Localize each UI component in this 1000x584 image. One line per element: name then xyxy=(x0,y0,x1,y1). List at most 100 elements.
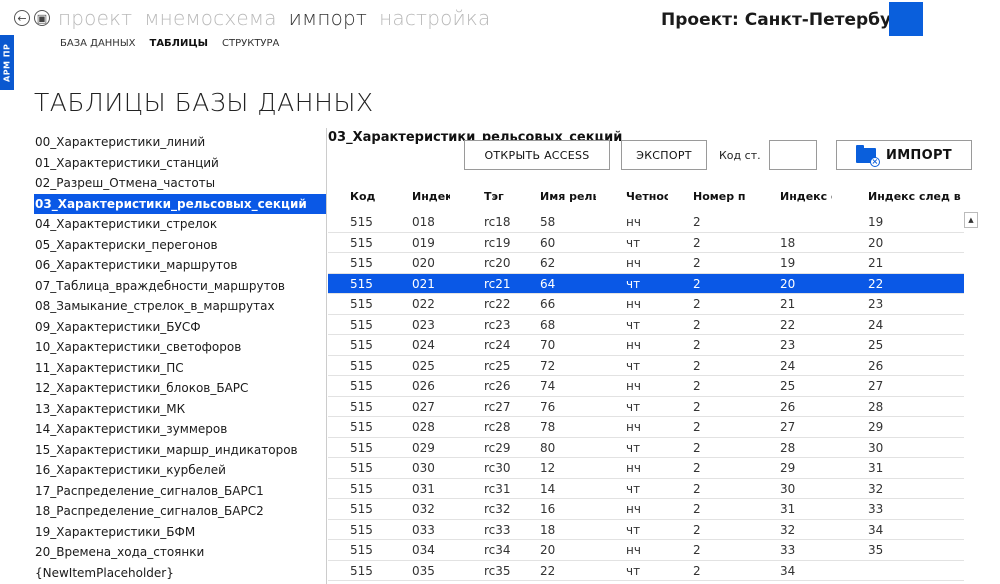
grid-cell: нч xyxy=(626,256,641,270)
grid-cell: 033 xyxy=(412,522,435,537)
grid-cell: 2 xyxy=(693,297,701,311)
side-tab-arm-pr[interactable]: АРМ ПР xyxy=(0,35,14,90)
grid-cell: 2 xyxy=(693,379,701,393)
window-icon[interactable]: ▣ xyxy=(34,10,50,26)
table-list-item[interactable]: 12_Характеристики_блоков_БАРС xyxy=(34,378,326,399)
grid-cell: 515 xyxy=(350,317,373,332)
back-arrow-icon[interactable]: ← xyxy=(14,10,30,26)
subnav-tab-2[interactable]: СТРУКТУРА xyxy=(222,38,279,49)
station-code-label: Код ст. xyxy=(719,149,761,162)
grid-cell: 018 xyxy=(412,215,435,229)
grid-column-header[interactable]: Индекс xyxy=(412,190,450,203)
grid-cell: rc31 xyxy=(484,481,511,496)
grid-cell: rc21 xyxy=(484,276,511,291)
table-list-item[interactable]: 01_Характеристики_станций xyxy=(34,153,326,174)
grid-cell: 515 xyxy=(350,440,373,455)
grid-cell: чт xyxy=(626,317,641,332)
grid-cell: нч xyxy=(626,379,641,393)
nav-tab-2[interactable]: импорт xyxy=(289,6,367,30)
grid-cell: 032 xyxy=(412,502,435,516)
grid-column-header[interactable]: Четность xyxy=(626,190,668,203)
grid-cell: 21 xyxy=(868,256,884,270)
table-row[interactable]: 515 025 rc25 72 чт 2 24 26 xyxy=(328,356,964,376)
table-list-item[interactable]: 11_Характеристики_ПС xyxy=(34,358,326,379)
table-list-item[interactable]: 02_Разреш_Отмена_частоты xyxy=(34,173,326,194)
grid-column-header[interactable]: Код xyxy=(350,190,402,203)
table-list-item[interactable]: 05_Характериски_перегонов xyxy=(34,235,326,256)
table-list-item[interactable]: 17_Распределение_сигналов_БАРС1 xyxy=(34,481,326,502)
table-list-item[interactable]: 09_Характеристики_БУСФ xyxy=(34,317,326,338)
project-title: Проект: Санкт-Петербург xyxy=(661,10,913,30)
nav-tab-1[interactable]: мнемосхема xyxy=(144,6,276,30)
table-row[interactable]: 515 034 rc34 20 нч 2 33 35 xyxy=(328,540,964,561)
table-list-item[interactable]: 00_Характеристики_линий xyxy=(34,132,326,153)
open-access-button[interactable]: ОТКРЫТЬ ACCESS xyxy=(464,140,610,170)
table-list-item[interactable]: 04_Характеристики_стрелок xyxy=(34,214,326,235)
scroll-up-arrow-icon[interactable]: ▲ xyxy=(964,212,978,228)
grid-column-header[interactable]: Номер пути xyxy=(693,190,745,203)
grid-cell: 60 xyxy=(540,235,556,250)
grid-cell: 28 xyxy=(868,399,884,414)
table-row[interactable]: 515 032 rc32 16 нч 2 31 33 xyxy=(328,499,964,520)
table-row[interactable]: 515 028 rc28 78 нч 2 27 29 xyxy=(328,417,964,438)
subnav-tab-0[interactable]: БАЗА ДАННЫХ xyxy=(60,38,136,49)
grid-cell: чт xyxy=(626,399,641,414)
station-code-input[interactable] xyxy=(769,140,817,170)
table-row[interactable]: 515 030 rc30 12 нч 2 29 31 xyxy=(328,458,964,479)
table-row[interactable]: 515 020 rc20 62 нч 2 19 21 xyxy=(328,253,964,274)
grid-cell: 2 xyxy=(693,276,701,291)
table-row[interactable]: 515 022 rc22 66 нч 2 21 23 xyxy=(328,294,964,315)
subnav-tab-1[interactable]: ТАБЛИЦЫ xyxy=(150,38,209,49)
grid-cell: 2 xyxy=(693,481,701,496)
grid-column-header[interactable]: Имя рельсовой xyxy=(540,190,596,203)
grid-column-header[interactable]: Индекс след xyxy=(780,190,832,203)
nav-tab-3[interactable]: настройка xyxy=(379,6,490,30)
project-color-tile[interactable] xyxy=(889,2,923,36)
table-row[interactable]: 515 018 rc18 58 нч 2 19 xyxy=(328,212,964,233)
table-list-item[interactable]: 14_Характеристики_зуммеров xyxy=(34,419,326,440)
table-list-item[interactable]: 07_Таблица_враждебности_маршрутов xyxy=(34,276,326,297)
grid-cell: 24 xyxy=(780,358,796,373)
table-row[interactable]: 515 023 rc23 68 чт 2 22 24 xyxy=(328,315,964,335)
grid-cell: 26 xyxy=(780,399,796,414)
grid-cell: 2 xyxy=(693,256,701,270)
table-row[interactable]: 515 019 rc19 60 чт 2 18 20 xyxy=(328,233,964,253)
nav-tab-0[interactable]: проект xyxy=(58,6,132,30)
vertical-scrollbar[interactable] xyxy=(964,228,978,584)
table-list-item[interactable]: 08_Замыкание_стрелок_в_маршрутах xyxy=(34,296,326,317)
table-list-item[interactable]: 13_Характеристики_МК xyxy=(34,399,326,420)
grid-cell: 515 xyxy=(350,358,373,373)
grid-cell: чт xyxy=(626,481,641,496)
table-list-item[interactable]: {NewItemPlaceholder} xyxy=(34,563,326,584)
grid-cell: 70 xyxy=(540,338,556,352)
table-row[interactable]: 515 031 rc31 14 чт 2 30 32 xyxy=(328,479,964,499)
table-list-item[interactable]: 16_Характеристики_курбелей xyxy=(34,460,326,481)
table-list-item[interactable]: 15_Характеристики_маршр_индикаторов xyxy=(34,440,326,461)
table-list-item[interactable]: 06_Характеристики_маршрутов xyxy=(34,255,326,276)
table-row[interactable]: 515 035 rc35 22 чт 2 34 xyxy=(328,561,964,581)
table-list-item[interactable]: 10_Характеристики_светофоров xyxy=(34,337,326,358)
grid-cell: rc35 xyxy=(484,563,511,578)
table-row[interactable]: 515 021 rc21 64 чт 2 20 22 xyxy=(328,273,964,294)
grid-column-header[interactable]: Тэг xyxy=(484,190,534,203)
table-list-item[interactable]: 19_Характеристики_БФМ xyxy=(34,522,326,543)
grid-cell: 19 xyxy=(868,215,884,229)
grid-cell: 31 xyxy=(868,461,884,475)
grid-cell: 28 xyxy=(780,440,796,455)
table-row[interactable]: 515 027 rc27 76 чт 2 26 28 xyxy=(328,397,964,417)
grid-column-header[interactable]: Индекс след в чет xyxy=(868,190,964,203)
grid-cell: 2 xyxy=(693,215,701,229)
table-row[interactable]: 515 026 rc26 74 нч 2 25 27 xyxy=(328,376,964,397)
table-row[interactable]: 515 024 rc24 70 нч 2 23 25 xyxy=(328,335,964,356)
table-row[interactable]: 515 033 rc33 18 чт 2 32 34 xyxy=(328,520,964,540)
table-list-item[interactable]: 03_Характеристики_рельсовых_секций xyxy=(34,193,326,214)
grid-cell: 31 xyxy=(780,502,796,516)
grid-cell: 76 xyxy=(540,399,556,414)
table-list-item[interactable]: 18_Распределение_сигналов_БАРС2 xyxy=(34,501,326,522)
import-button[interactable]: × ИМПОРТ xyxy=(836,140,972,170)
grid-cell: 515 xyxy=(350,481,373,496)
table-list-item[interactable]: 20_Времена_хода_стоянки xyxy=(34,542,326,563)
table-row[interactable]: 515 029 rc29 80 чт 2 28 30 xyxy=(328,438,964,458)
export-button[interactable]: ЭКСПОРТ xyxy=(621,140,707,170)
grid-cell: 21 xyxy=(780,297,796,311)
